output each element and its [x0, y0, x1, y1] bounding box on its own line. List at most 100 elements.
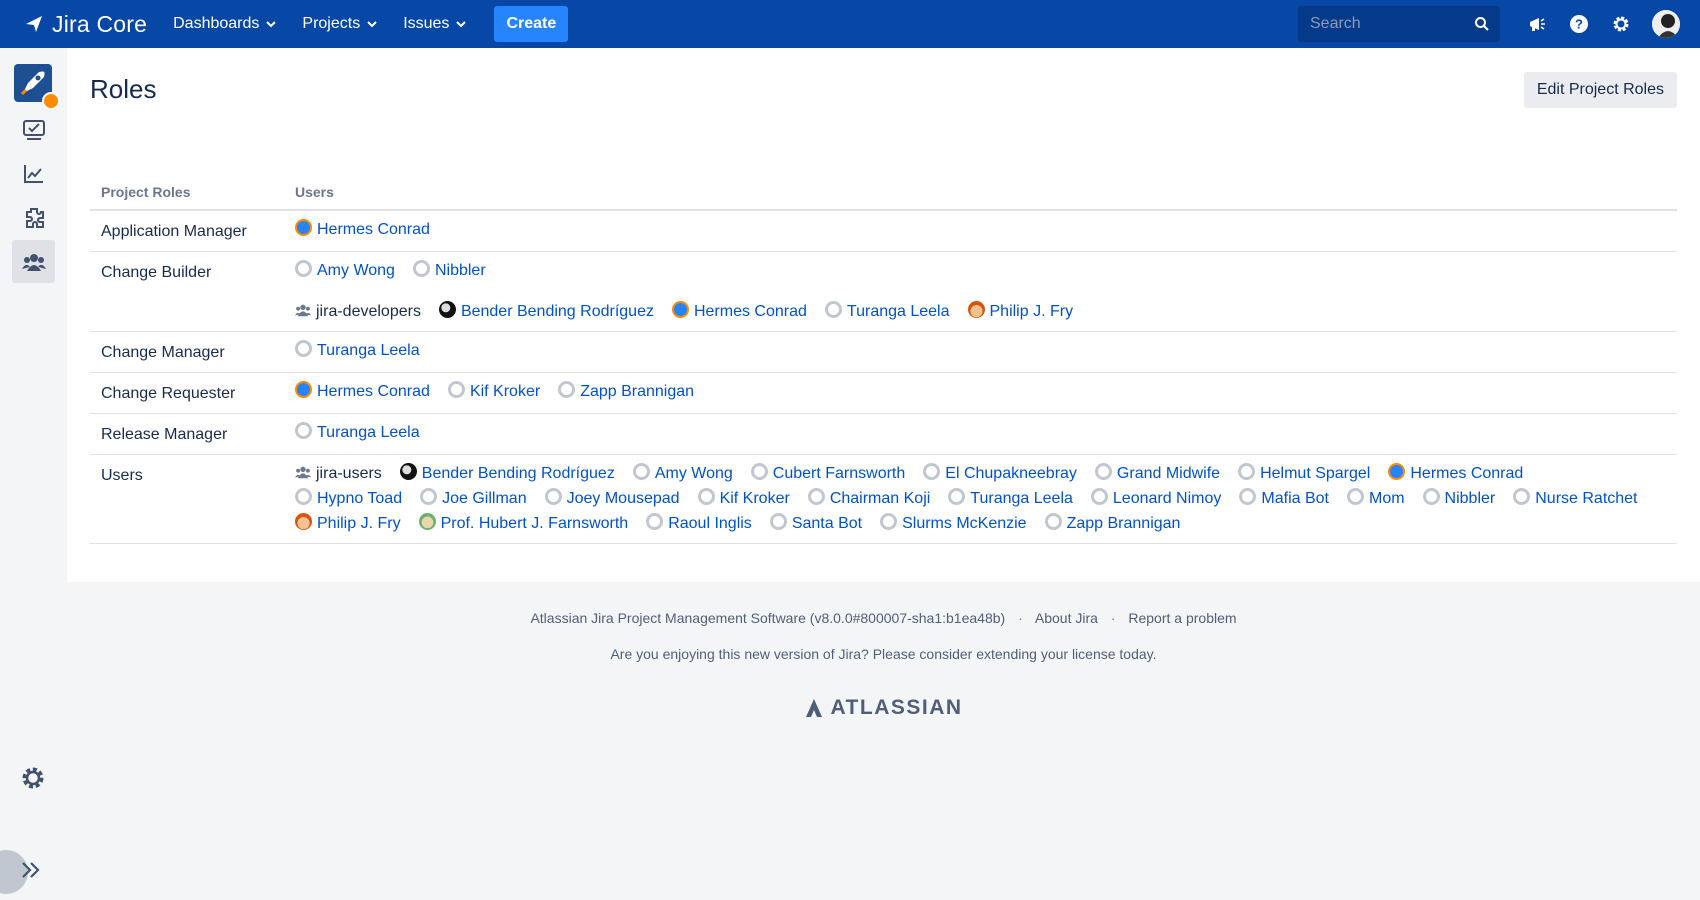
- nav-projects-label: Projects: [302, 15, 361, 32]
- user-item: Nibbler: [1422, 487, 1496, 508]
- user-link[interactable]: Raoul Inglis: [668, 515, 752, 533]
- user-link[interactable]: Grand Midwife: [1117, 465, 1220, 483]
- project-avatar[interactable]: [14, 64, 60, 110]
- reports-icon[interactable]: [12, 152, 55, 195]
- user-item: Zapp Brannigan: [558, 380, 694, 401]
- search-input[interactable]: [1298, 6, 1500, 42]
- chevron-down-icon: [266, 21, 277, 28]
- user-link[interactable]: Helmut Spargel: [1260, 465, 1370, 483]
- nav-issues[interactable]: Issues: [403, 15, 467, 33]
- user-link[interactable]: Nibbler: [435, 262, 486, 280]
- user-link[interactable]: Santa Bot: [792, 515, 862, 533]
- add-ons-icon[interactable]: [12, 196, 55, 239]
- user-link[interactable]: Chairman Koji: [830, 490, 930, 508]
- user-link[interactable]: Hermes Conrad: [694, 303, 807, 321]
- user-item: Joe Gillman: [420, 487, 527, 508]
- user-link[interactable]: Mafia Bot: [1261, 490, 1329, 508]
- user-avatar-icon: [399, 462, 417, 480]
- user-link[interactable]: Turanga Leela: [317, 342, 420, 360]
- user-link[interactable]: Mom: [1369, 490, 1405, 508]
- user-avatar-icon: [418, 512, 436, 530]
- search-box: [1298, 6, 1500, 42]
- user-link[interactable]: Turanga Leela: [847, 303, 950, 321]
- user-link[interactable]: El Chupakneebray: [945, 465, 1077, 483]
- users-roles-icon[interactable]: [12, 240, 55, 283]
- user-link[interactable]: Amy Wong: [317, 262, 395, 280]
- user-avatar-icon: [632, 462, 650, 480]
- user-link[interactable]: Hermes Conrad: [317, 221, 430, 239]
- user-item: Hermes Conrad: [295, 218, 430, 239]
- user-link[interactable]: Zapp Brannigan: [580, 383, 694, 401]
- nav-projects[interactable]: Projects: [302, 15, 377, 33]
- user-link[interactable]: Hypno Toad: [317, 490, 402, 508]
- user-avatar-icon: [295, 259, 312, 277]
- user-link[interactable]: Philip J. Fry: [990, 303, 1074, 321]
- user-item: Hypno Toad: [295, 487, 402, 508]
- gear-icon[interactable]: [1610, 13, 1632, 35]
- report-problem-link[interactable]: Report a problem: [1128, 610, 1236, 626]
- nav-dashboards[interactable]: Dashboards: [173, 15, 277, 33]
- user-avatar-icon: [420, 487, 438, 505]
- issues-icon[interactable]: [12, 108, 55, 151]
- user-link[interactable]: Nurse Ratchet: [1535, 490, 1637, 508]
- user-item: Turanga Leela: [295, 339, 420, 360]
- role-name: Release Manager: [90, 413, 284, 455]
- user-avatar-icon: [447, 380, 465, 398]
- user-link[interactable]: Philip J. Fry: [317, 515, 401, 533]
- project-sidebar: [0, 48, 67, 900]
- user-item: Prof. Hubert J. Farnsworth: [418, 512, 629, 533]
- footer-separator: ·: [1018, 610, 1023, 626]
- user-avatar-icon: [1346, 487, 1364, 505]
- logo-text: Jira Core: [52, 10, 148, 37]
- user-avatar-icon: [295, 218, 312, 236]
- megaphone-icon[interactable]: [1526, 13, 1548, 35]
- user-item: Chairman Koji: [807, 487, 930, 508]
- user-link[interactable]: Joey Mousepad: [567, 490, 680, 508]
- user-link[interactable]: Kif Kroker: [470, 383, 540, 401]
- edit-project-roles-button[interactable]: Edit Project Roles: [1523, 72, 1677, 108]
- user-item: Helmut Spargel: [1238, 462, 1370, 483]
- footer-software-version: Atlassian Jira Project Management Softwa…: [530, 610, 1006, 626]
- role-name: Change Builder: [90, 251, 284, 332]
- user-link[interactable]: Hermes Conrad: [1410, 465, 1523, 483]
- atlassian-logo[interactable]: ATLASSIAN: [67, 696, 1700, 720]
- user-avatar[interactable]: [1652, 10, 1680, 38]
- user-item: Hermes Conrad: [295, 380, 430, 401]
- settings-icon[interactable]: [19, 764, 47, 792]
- nav-dashboards-label: Dashboards: [173, 15, 260, 32]
- group-item: jira-developers: [295, 303, 421, 321]
- nav-issues-label: Issues: [403, 15, 450, 32]
- user-link[interactable]: Turanga Leela: [970, 490, 1073, 508]
- about-jira-link[interactable]: About Jira: [1035, 610, 1098, 626]
- user-link[interactable]: Bender Bending Rodríguez: [422, 465, 615, 483]
- user-link[interactable]: Turanga Leela: [317, 424, 420, 442]
- user-link[interactable]: Zapp Brannigan: [1067, 515, 1181, 533]
- user-link[interactable]: Cubert Farnsworth: [773, 465, 906, 483]
- user-item: Hermes Conrad: [671, 300, 807, 321]
- user-avatar-icon: [1388, 462, 1406, 480]
- group-icon: [295, 304, 311, 317]
- user-link[interactable]: Bender Bending Rodríguez: [461, 303, 654, 321]
- line-break: [295, 287, 1666, 296]
- user-avatar-icon: [750, 462, 768, 480]
- user-avatar-icon: [1422, 487, 1440, 505]
- user-link[interactable]: Kif Kroker: [720, 490, 790, 508]
- svg-text:?: ?: [1575, 17, 1583, 32]
- user-link[interactable]: Hermes Conrad: [317, 383, 430, 401]
- user-link[interactable]: Joe Gillman: [442, 490, 526, 508]
- search-icon[interactable]: [1474, 16, 1490, 32]
- create-button[interactable]: Create: [494, 6, 569, 42]
- role-name: Change Manager: [90, 331, 284, 373]
- user-avatar-icon: [646, 512, 664, 530]
- help-icon[interactable]: ?: [1568, 13, 1590, 35]
- user-link[interactable]: Slurms McKenzie: [902, 515, 1026, 533]
- user-link[interactable]: Amy Wong: [655, 465, 733, 483]
- group-name: jira-developers: [316, 303, 421, 320]
- user-avatar-icon: [295, 380, 312, 398]
- user-link[interactable]: Leonard Nimoy: [1113, 490, 1222, 508]
- expand-sidebar-button[interactable]: [0, 850, 58, 894]
- user-link[interactable]: Nibbler: [1445, 490, 1496, 508]
- users-list: Hermes Conrad Kif Kroker Zapp Brannigan: [295, 380, 1666, 401]
- jira-core-logo[interactable]: Jira Core: [24, 11, 147, 38]
- user-link[interactable]: Prof. Hubert J. Farnsworth: [441, 515, 629, 533]
